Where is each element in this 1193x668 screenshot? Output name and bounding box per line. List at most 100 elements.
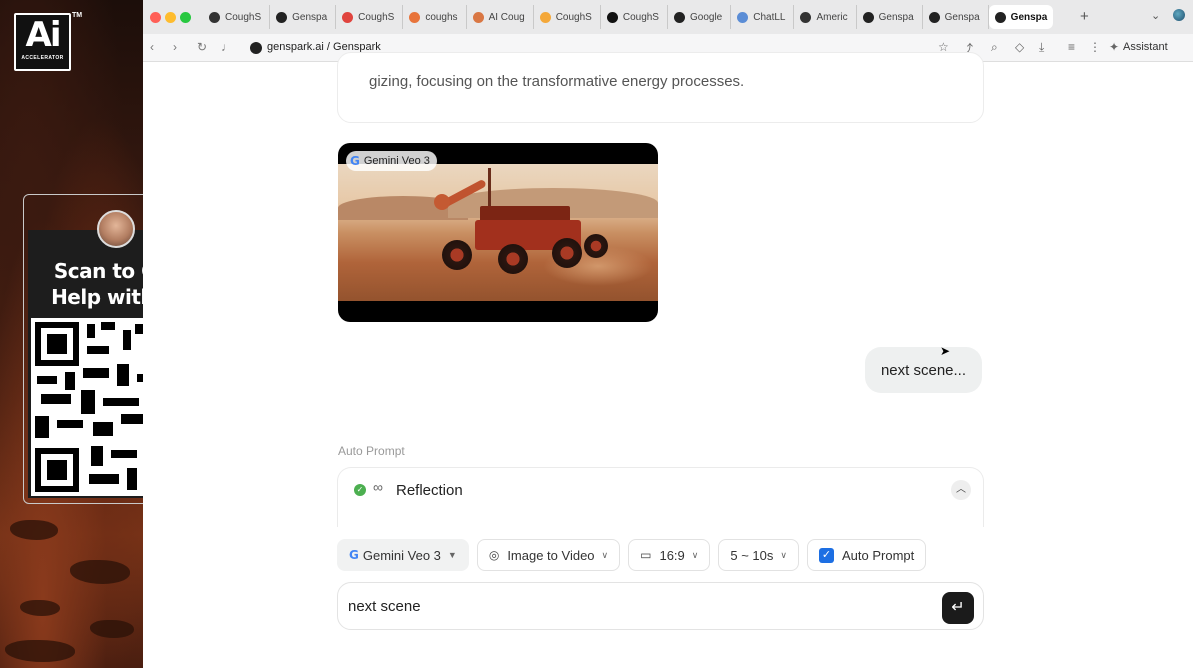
genspark-icon (276, 11, 288, 23)
genspark-icon (862, 11, 874, 23)
browser-tab[interactable]: CoughS (203, 5, 271, 29)
chat-page: gizing, focusing on the transformative e… (143, 52, 1193, 668)
assistant-button[interactable]: Assistant (1123, 41, 1168, 53)
reader-menu-icon[interactable]: ≡ (1068, 40, 1075, 54)
browser-tab-label: CoughS (225, 11, 262, 23)
browser-tab[interactable]: CoughS (534, 5, 601, 29)
rover-wheel (498, 244, 528, 274)
profile-icon[interactable] (1173, 9, 1185, 21)
prompt-input-box[interactable]: next scene ↵ (337, 582, 984, 630)
send-button[interactable]: ↵ (942, 592, 974, 624)
browser-tab-bar: CoughS Genspa CoughS coughs AI Coug CoughS Cou… (143, 0, 1193, 34)
browser-tab[interactable]: ChatLL (731, 5, 795, 29)
site-favicon-icon (250, 42, 262, 54)
chevron-up-icon[interactable]: ︿ (951, 480, 971, 500)
browser-tab-label: CoughS (622, 11, 659, 23)
browser-tab[interactable]: Genspa (857, 5, 923, 29)
reflection-title: Reflection (396, 482, 463, 499)
back-icon[interactable]: ‹ (150, 40, 154, 54)
colorful-icon (409, 11, 421, 23)
maximize-window-button[interactable] (180, 12, 191, 23)
video-model-label: Gemini Veo 3 (363, 155, 430, 167)
mouse-cursor-icon: ➤ (940, 344, 951, 358)
browser-tab[interactable]: CoughS (336, 5, 404, 29)
browser-tab[interactable]: Americ (794, 5, 857, 29)
auto-prompt-toggle[interactable]: ✓ Auto Prompt (806, 539, 927, 571)
dot-icon (606, 11, 618, 23)
reflection-panel[interactable]: ✓ ∞ Reflection ︿ (337, 467, 984, 527)
logo-subtext: ACCELERATOR (21, 55, 64, 61)
auto-prompt-section-label: Auto Prompt (338, 444, 405, 458)
browser-tab-label: Americ (816, 11, 848, 23)
reload-icon[interactable]: ↻ (197, 40, 207, 54)
model-select[interactable]: G Gemini Veo 3 ▼ (337, 539, 469, 571)
browser-tab[interactable]: CoughS (601, 5, 668, 29)
browser-tab-label: CoughS (358, 11, 395, 23)
infinity-icon: ∞ (373, 479, 383, 495)
browser-tab[interactable]: Genspa (270, 5, 337, 29)
tab-list-chevron-icon[interactable]: ⌄ (1151, 9, 1160, 22)
robot-head (434, 194, 450, 210)
browser-tab[interactable]: coughs (403, 5, 467, 29)
browser-tab[interactable]: Genspa (988, 5, 1053, 29)
browser-tab-label: Genspa (1010, 11, 1048, 23)
user-message-bubble: next scene... (865, 347, 982, 393)
browser-tab[interactable]: Google (668, 5, 732, 29)
auto-prompt-toggle-label: Auto Prompt (841, 547, 915, 563)
browser-tab-label: Google (689, 11, 723, 23)
chevron-down-icon: ∨ (691, 549, 699, 560)
browser-tab[interactable]: Genspa (923, 5, 989, 29)
aspect-ratio-label: 16:9 (659, 547, 685, 563)
google-icon: G (350, 154, 360, 168)
duration-label: 5 ~ 10s (730, 547, 774, 563)
mode-select[interactable]: ◎ Image to Video ∨ (476, 539, 621, 571)
microphone-icon[interactable]: ♩ (221, 40, 233, 54)
browser-tab-label: Genspa (944, 11, 980, 23)
trademark-label: TM (72, 12, 83, 19)
presenter-avatar (97, 210, 135, 248)
aspect-ratio-select[interactable]: ▭ 16:9 ∨ (628, 539, 711, 571)
zoom-page-icon[interactable]: ⌕ (991, 40, 998, 55)
browser-tab[interactable]: AI Coug (467, 5, 534, 29)
generation-options: G Gemini Veo 3 ▼ ◎ Image to Video ∨ ▭ 16… (337, 539, 934, 571)
spark-icon (472, 11, 484, 23)
audio-wave-icon[interactable]: ⋮ (1089, 40, 1101, 54)
download-icon[interactable]: ⤓ (1039, 40, 1044, 55)
chevron-down-icon: ∨ (780, 549, 787, 560)
browser-tab-label: coughs (425, 11, 458, 23)
mode-select-label: Image to Video (507, 547, 595, 563)
genspark-icon (994, 11, 1006, 23)
target-icon (342, 11, 354, 23)
model-select-label: Gemini Veo 3 (362, 547, 441, 563)
chevron-down-icon: ∨ (601, 549, 609, 560)
prompt-input[interactable]: next scene (348, 598, 421, 615)
generated-video-card[interactable]: G Gemini Veo 3 (338, 143, 658, 322)
forward-icon[interactable]: › (173, 40, 177, 54)
browser-tab-label: CoughS (555, 11, 592, 23)
chatllm-icon (737, 11, 749, 23)
assistant-icon[interactable]: ✦ (1109, 40, 1119, 54)
browser-tab-label: ChatLL (753, 11, 786, 23)
ai-accelerator-logo: Ai ACCELERATOR (14, 13, 71, 71)
close-window-button[interactable] (150, 12, 161, 23)
rover-wheel (552, 238, 582, 268)
google-icon: G (349, 548, 359, 562)
tab-strip: CoughS Genspa CoughS coughs AI Coug CoughS Cou… (203, 5, 1053, 29)
caret-down-icon: ▼ (447, 550, 457, 560)
user-message-text: next scene... (880, 361, 967, 379)
browser-tab-label: Genspa (878, 11, 914, 23)
openai-icon (800, 11, 812, 23)
minimize-window-button[interactable] (165, 12, 176, 23)
genspark-icon (928, 11, 940, 23)
video-model-badge: G Gemini Veo 3 (346, 151, 437, 171)
browser-tab-label: Genspa (292, 11, 328, 23)
arrow-icon (539, 11, 551, 23)
extensions-icon[interactable]: ◇ (1015, 40, 1024, 54)
new-tab-button[interactable]: + (1080, 8, 1089, 25)
duration-select[interactable]: 5 ~ 10s ∨ (718, 539, 799, 571)
checkbox-checked-icon[interactable]: ✓ (818, 547, 834, 563)
image-video-icon: ◎ (488, 548, 500, 562)
rover-wheel (584, 234, 608, 258)
aspect-ratio-icon: ▭ (640, 548, 652, 562)
openai-icon (209, 11, 220, 23)
